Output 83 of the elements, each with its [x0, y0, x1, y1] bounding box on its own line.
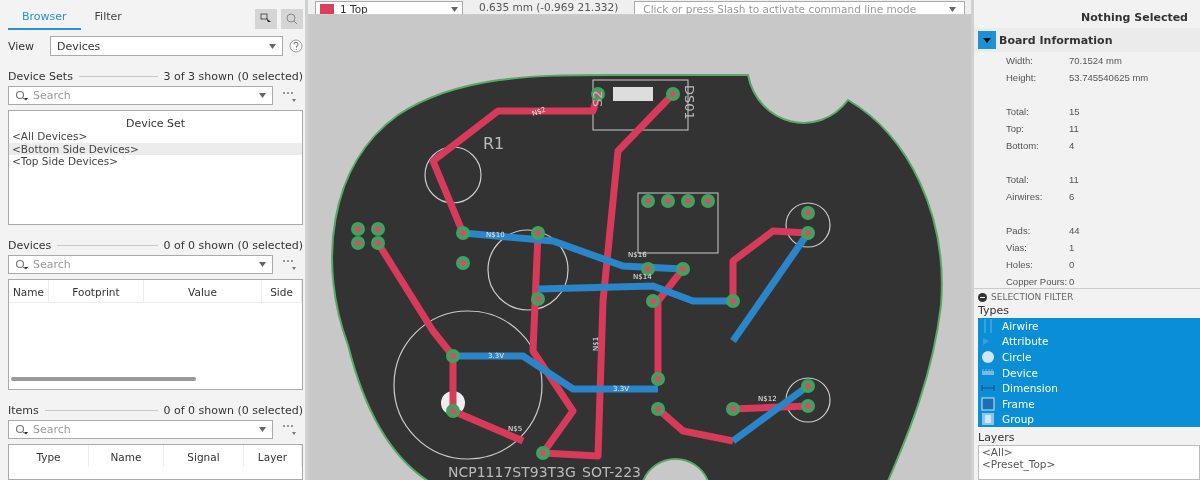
- more-options-icon[interactable]: [281, 257, 297, 272]
- count-label: 0 of 0 shown (0 selected): [163, 238, 303, 252]
- property-value: 4: [1069, 140, 1076, 151]
- column-header[interactable]: Device Set: [9, 111, 302, 130]
- count-label: 3 of 3 shown (0 selected): [163, 70, 303, 83]
- count-label: 0 of 0 shown (0 selected): [163, 403, 303, 417]
- section-title: Devices: [8, 238, 52, 252]
- dropdown-arrow-icon: [269, 43, 276, 49]
- column-header[interactable]: Name: [9, 279, 49, 302]
- section-title: Device Sets: [8, 70, 73, 83]
- caret-icon: [983, 37, 991, 43]
- property-label: Width:: [1006, 55, 1034, 66]
- property-value: 11: [1069, 174, 1080, 185]
- circle-icon: [981, 350, 995, 364]
- column-header[interactable]: Side: [262, 279, 302, 302]
- property-value: 70.1524 mm: [1069, 55, 1123, 66]
- column-header[interactable]: Footprint: [49, 279, 144, 302]
- section-header[interactable]: Board Information: [974, 28, 1200, 52]
- property-value: 53.745540625 mm: [1069, 72, 1150, 83]
- property-label: Vias:: [1006, 242, 1028, 253]
- device-set-item[interactable]: <All Devices>: [9, 130, 302, 143]
- component-label: R1: [483, 134, 505, 153]
- selection-status: Nothing Selected: [1080, 10, 1189, 26]
- cursor-icon: [260, 13, 272, 25]
- section-title: Board Information: [999, 33, 1113, 47]
- types-label: Types: [977, 303, 1010, 318]
- property-label: Height:: [1006, 72, 1038, 83]
- browser-tab[interactable]: Filter: [80, 8, 136, 30]
- component-label: NCP1117ST93T3G: [448, 464, 576, 480]
- coordinates-readout: 0.635 mm (-0.969 21.332): [479, 1, 619, 13]
- property-value: 15: [1069, 106, 1081, 117]
- frame-icon: [981, 396, 995, 411]
- property-label: Total:: [1006, 106, 1030, 117]
- property-value: 11: [1069, 123, 1080, 134]
- collapse-button[interactable]: [978, 31, 996, 49]
- property-label: Holes:: [1006, 259, 1034, 270]
- type-list-item[interactable]: Dimension: [978, 380, 1200, 396]
- airwire-icon: [984, 318, 992, 333]
- property-label: Total:: [1006, 174, 1030, 185]
- section-title: Items: [8, 403, 39, 417]
- type-list-item[interactable]: Airwire: [978, 318, 1200, 334]
- component-label: DS01: [682, 85, 697, 120]
- dropdown-arrow-icon: [949, 6, 956, 12]
- property-label: Bottom:: [1006, 140, 1040, 151]
- property-label: Top:: [1006, 123, 1025, 134]
- layers-label: Layers: [977, 430, 1016, 445]
- column-header[interactable]: Signal: [164, 444, 244, 467]
- column-header[interactable]: Name: [89, 444, 164, 467]
- component-label: S2: [590, 90, 605, 107]
- device-set-item[interactable]: <Top Side Devices>: [9, 155, 302, 168]
- group-icon: [981, 412, 995, 427]
- view-label: View: [8, 39, 36, 53]
- dropdown-arrow-icon: [259, 93, 266, 98]
- collapse-icon: [978, 292, 987, 302]
- panel-title: SELECTION FILTER: [991, 292, 1074, 302]
- select-tool-button[interactable]: [255, 9, 277, 29]
- property-value: 0: [1069, 276, 1076, 287]
- more-options-icon[interactable]: [281, 422, 297, 436]
- dropdown-arrow-icon: [259, 261, 266, 267]
- search-icon: [15, 423, 29, 435]
- search-icon: [15, 90, 29, 101]
- property-value: 44: [1069, 225, 1081, 236]
- dropdown-arrow-icon: [451, 6, 458, 12]
- column-header[interactable]: Type: [9, 444, 89, 467]
- property-label: Airwires:: [1006, 191, 1044, 202]
- layer-list-item[interactable]: <All>: [979, 446, 1199, 458]
- dropdown-arrow-icon: [259, 426, 266, 432]
- type-list-item[interactable]: Circle: [978, 349, 1200, 365]
- property-label: Pads:: [1006, 225, 1032, 236]
- zoom-icon: [286, 13, 298, 25]
- property-value: 1: [1069, 242, 1076, 253]
- zoom-button[interactable]: [281, 9, 303, 29]
- property-value: 6: [1069, 191, 1076, 202]
- layer-list-item[interactable]: <Preset_Top>: [979, 458, 1199, 470]
- search-icon: [15, 258, 29, 270]
- device-set-item[interactable]: <Bottom Side Devices>: [9, 142, 302, 155]
- column-header[interactable]: Layer: [244, 444, 302, 467]
- property-value: 0: [1069, 259, 1076, 270]
- column-header[interactable]: Value: [144, 279, 262, 302]
- view-dropdown[interactable]: Devices: [50, 36, 283, 56]
- property-label: Copper Pours:: [1006, 276, 1069, 287]
- component-label: SOT-223: [582, 464, 641, 480]
- help-icon[interactable]: [289, 39, 303, 53]
